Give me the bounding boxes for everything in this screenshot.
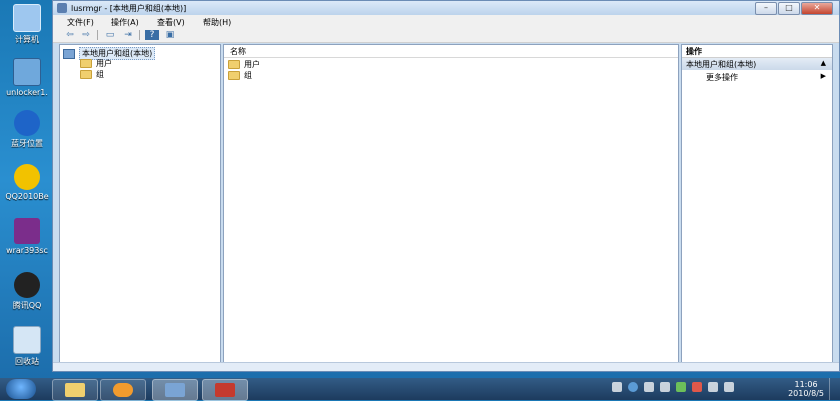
toolbox-icon xyxy=(215,383,235,397)
menu-help[interactable]: 帮助(H) xyxy=(203,17,231,28)
taskbar-explorer[interactable] xyxy=(52,379,98,401)
minimize-button[interactable]: – xyxy=(755,2,777,15)
folder-icon xyxy=(80,70,92,79)
list-item-label: 组 xyxy=(244,71,252,80)
column-header-name[interactable]: 名称 xyxy=(224,45,678,58)
tree-item-users[interactable]: 用户 xyxy=(80,58,112,69)
actions-header: 操作 xyxy=(682,45,832,58)
toolbar-separator xyxy=(139,30,140,40)
list-item-groups[interactable]: 组 xyxy=(228,70,252,81)
desktop-icon-qq-beta[interactable]: QQ2010Be xyxy=(2,164,52,201)
close-button[interactable]: ✕ xyxy=(801,2,833,15)
export-list-icon[interactable]: ⇥ xyxy=(121,30,135,40)
window-title: lusrmgr - [本地用户和组(本地)] xyxy=(71,4,187,13)
folder-icon xyxy=(80,59,92,68)
media-player-icon xyxy=(113,383,133,397)
menu-view[interactable]: 查看(V) xyxy=(157,17,185,28)
desktop-icon-label: unlocker1. xyxy=(6,88,48,97)
action-center-icon[interactable] xyxy=(692,382,702,392)
menu-bar: 文件(F) 操作(A) 查看(V) 帮助(H) xyxy=(53,15,839,28)
actions-pane: 操作 本地用户和组(本地) ▲ 更多操作 ▶ xyxy=(681,44,833,364)
app-icon xyxy=(57,3,67,13)
lusrmgr-window: lusrmgr - [本地用户和组(本地)] – □ ✕ 文件(F) 操作(A)… xyxy=(52,0,840,372)
help-icon[interactable] xyxy=(644,382,654,392)
show-desktop-button[interactable] xyxy=(829,378,840,400)
computer-management-icon xyxy=(63,48,75,59)
forward-icon[interactable]: ⇨ xyxy=(79,30,93,40)
winrar-icon xyxy=(14,218,40,244)
input-method-icon[interactable] xyxy=(660,382,670,392)
clock-time: 11:06 xyxy=(794,380,818,389)
menu-action[interactable]: 操作(A) xyxy=(111,17,139,28)
taskbar-media-player[interactable] xyxy=(100,379,146,401)
qq-icon xyxy=(14,164,40,190)
desktop-icon-qq[interactable]: 腾讯QQ xyxy=(2,272,52,311)
desktop-icon-recycle-bin[interactable]: 回收站 xyxy=(2,326,52,367)
status-bar xyxy=(53,362,839,371)
toolbar: ⇦ ⇨ ▭ ⇥ ? ▣ xyxy=(53,28,839,43)
window-controls: – □ ✕ xyxy=(755,2,833,15)
clock-date: 2010/8/5 xyxy=(788,389,824,398)
taskbar: 11:06 2010/8/5 xyxy=(0,378,840,401)
collapse-icon[interactable]: ▲ xyxy=(821,59,826,67)
list-item-label: 用户 xyxy=(244,60,260,69)
taskbar-toolbox[interactable] xyxy=(202,379,248,401)
actions-section-label: 本地用户和组(本地) xyxy=(686,60,757,69)
back-icon[interactable]: ⇦ xyxy=(63,30,77,40)
actions-header-label: 操作 xyxy=(686,47,702,56)
menu-file[interactable]: 文件(F) xyxy=(67,17,94,28)
tree-item-label: 用户 xyxy=(96,59,112,68)
toolbar-separator xyxy=(97,30,98,40)
qq-icon xyxy=(14,272,40,298)
language-icon[interactable] xyxy=(628,382,638,392)
folder-icon xyxy=(65,383,85,397)
properties-icon[interactable]: ▣ xyxy=(163,30,177,40)
actions-section[interactable]: 本地用户和组(本地) ▲ xyxy=(682,58,832,70)
unlocker-icon xyxy=(13,58,41,86)
tree-item-groups[interactable]: 组 xyxy=(80,69,104,80)
submenu-arrow-icon: ▶ xyxy=(820,72,826,80)
desktop-icon-unlocker[interactable]: unlocker1. xyxy=(2,58,52,97)
desktop-icon-bluetooth[interactable]: 蓝牙位置 xyxy=(2,110,52,149)
folder-icon xyxy=(228,60,240,69)
volume-icon[interactable] xyxy=(724,382,734,392)
computer-management-icon xyxy=(165,383,185,397)
window-titlebar[interactable]: lusrmgr - [本地用户和组(本地)] – □ ✕ xyxy=(53,1,839,15)
tree-item-label: 组 xyxy=(96,70,104,79)
clock[interactable]: 11:06 2010/8/5 xyxy=(788,380,824,398)
desktop-icon-label: 腾讯QQ xyxy=(12,301,42,310)
result-list: 名称 用户 组 xyxy=(223,44,679,364)
console-tree: 本地用户和组(本地) 用户 组 xyxy=(59,44,221,364)
taskbar-computer-management[interactable] xyxy=(152,379,198,401)
desktop-icon-label: 计算机 xyxy=(15,35,39,44)
maximize-button[interactable]: □ xyxy=(778,2,800,15)
desktop-icon-computer[interactable]: 计算机 xyxy=(2,4,52,45)
system-tray xyxy=(612,382,734,392)
desktop-icon-label: 回收站 xyxy=(15,357,39,366)
desktop-icon-label: 蓝牙位置 xyxy=(11,139,43,148)
start-button[interactable] xyxy=(6,379,36,399)
more-actions-item[interactable]: 更多操作 xyxy=(706,72,738,83)
list-item-users[interactable]: 用户 xyxy=(228,59,260,70)
folder-icon xyxy=(228,71,240,80)
computer-icon xyxy=(13,4,41,32)
network-icon[interactable] xyxy=(676,382,686,392)
desktop-icon-label: wrar393sc xyxy=(6,246,48,255)
desktop-icon-label: QQ2010Be xyxy=(5,192,49,201)
bluetooth-icon xyxy=(14,110,40,136)
help-icon[interactable]: ? xyxy=(145,30,159,40)
show-hide-console-tree-icon[interactable]: ▭ xyxy=(103,30,117,40)
desktop-icon-winrar[interactable]: wrar393sc xyxy=(2,218,52,255)
keyboard-icon[interactable] xyxy=(612,382,622,392)
recycle-bin-icon xyxy=(13,326,41,354)
column-header-label: 名称 xyxy=(230,47,246,56)
security-icon[interactable] xyxy=(708,382,718,392)
